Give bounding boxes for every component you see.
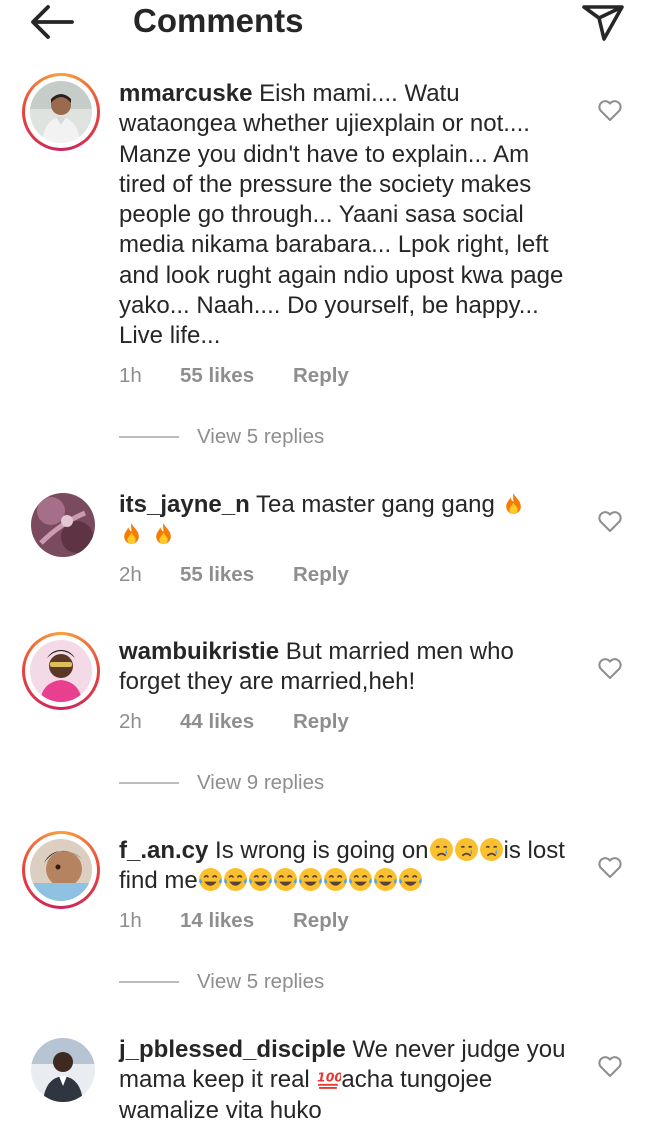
comment-likes[interactable]: 44 likes	[180, 709, 293, 735]
fire-emoji-icon	[506, 493, 522, 514]
like-heart-icon[interactable]	[597, 657, 623, 681]
comment-text: f_.an.cy Is wrong is going on is lost fin…	[119, 836, 569, 897]
like-heart-icon[interactable]	[597, 510, 623, 534]
comment-username[interactable]: j_pblessed_disciple	[119, 1036, 346, 1063]
reply-button[interactable]: Reply	[293, 562, 349, 588]
view-replies-button[interactable]: View 9 replies	[119, 771, 324, 797]
comment-timestamp: 1h	[119, 909, 142, 932]
comment-text: mmarcuske Eish mami.... Watu wataongea w…	[119, 79, 569, 352]
comment-likes[interactable]: 14 likes	[180, 908, 293, 934]
page-title: Comments	[133, 2, 304, 39]
back-arrow-icon[interactable]	[28, 2, 76, 42]
fire-emoji-icon	[155, 523, 171, 545]
comment-body: Eish mami.... Watu wataongea whether uji…	[119, 80, 564, 350]
comment-meta: 1h 55 likes Reply	[119, 363, 349, 389]
tears-of-joy-emoji-icon	[248, 868, 272, 892]
avatar-story-ring[interactable]	[22, 632, 100, 710]
avatar[interactable]	[31, 493, 95, 557]
crying-face-emoji-icon	[429, 838, 453, 861]
reply-button[interactable]: Reply	[293, 908, 349, 934]
tears-of-joy-emoji-icon	[223, 868, 247, 892]
comment-likes[interactable]: 55 likes	[180, 363, 293, 389]
tears-of-joy-emoji-icon	[398, 868, 422, 892]
comment-body: Is wrong is going on	[208, 837, 429, 864]
reply-button[interactable]: Reply	[293, 709, 349, 735]
comment-timestamp: 2h	[119, 710, 142, 733]
top-bar: Comments	[0, 0, 661, 44]
comment-username[interactable]: wambuikristie	[119, 638, 279, 665]
view-replies-button[interactable]: View 5 replies	[119, 970, 324, 996]
comment-username[interactable]: f_.an.cy	[119, 837, 208, 864]
crying-face-emoji-icon	[454, 838, 478, 861]
comment-body: Tea master gang gang	[249, 491, 502, 518]
avatar[interactable]	[31, 1038, 95, 1102]
view-replies-label: View 9 replies	[197, 771, 325, 794]
tears-of-joy-emoji-icon	[198, 868, 222, 892]
tears-of-joy-emoji-icon	[373, 868, 397, 892]
avatar	[30, 839, 92, 901]
divider-line	[119, 436, 179, 438]
comment-likes[interactable]: 55 likes	[180, 562, 293, 588]
tears-of-joy-emoji-icon	[273, 868, 297, 892]
avatar	[30, 640, 92, 702]
comment-timestamp: 1h	[119, 364, 142, 387]
avatar-story-ring[interactable]	[22, 831, 100, 909]
tears-of-joy-emoji-icon	[298, 868, 322, 892]
comment-text: wambuikristie But married men who forget…	[119, 637, 569, 698]
svg-text:100: 100	[317, 1070, 341, 1085]
comment-username[interactable]: mmarcuske	[119, 80, 252, 107]
like-heart-icon[interactable]	[597, 1055, 623, 1079]
comment-username[interactable]: its_jayne_n	[119, 491, 250, 518]
tears-of-joy-emoji-icon	[323, 868, 347, 892]
avatar-image	[31, 1038, 95, 1102]
crying-face-emoji-icon	[479, 838, 503, 861]
comment-timestamp: 2h	[119, 563, 142, 586]
fire-emoji-icon	[124, 523, 139, 545]
hundred-points-emoji-icon: 100	[317, 1070, 341, 1090]
divider-line	[119, 981, 179, 983]
view-replies-button[interactable]: View 5 replies	[119, 425, 324, 451]
avatar	[30, 81, 92, 143]
divider-line	[119, 782, 179, 784]
view-replies-label: View 5 replies	[197, 970, 325, 993]
share-direct-icon[interactable]	[580, 2, 626, 42]
tears-of-joy-emoji-icon	[348, 868, 372, 892]
avatar-story-ring[interactable]	[22, 73, 100, 151]
comment-meta: 1h 14 likes Reply	[119, 908, 349, 934]
like-heart-icon[interactable]	[597, 99, 623, 123]
reply-button[interactable]: Reply	[293, 363, 349, 389]
comment-text: j_pblessed_disciple We never judge you m…	[119, 1035, 569, 1126]
comment-text: its_jayne_n Tea master gang gang	[119, 490, 569, 551]
comment-meta: 2h 44 likes Reply	[119, 709, 349, 735]
avatar-image	[31, 493, 95, 557]
like-heart-icon[interactable]	[597, 856, 623, 880]
comment-meta: 2h 55 likes Reply	[119, 562, 349, 588]
view-replies-label: View 5 replies	[197, 425, 325, 448]
